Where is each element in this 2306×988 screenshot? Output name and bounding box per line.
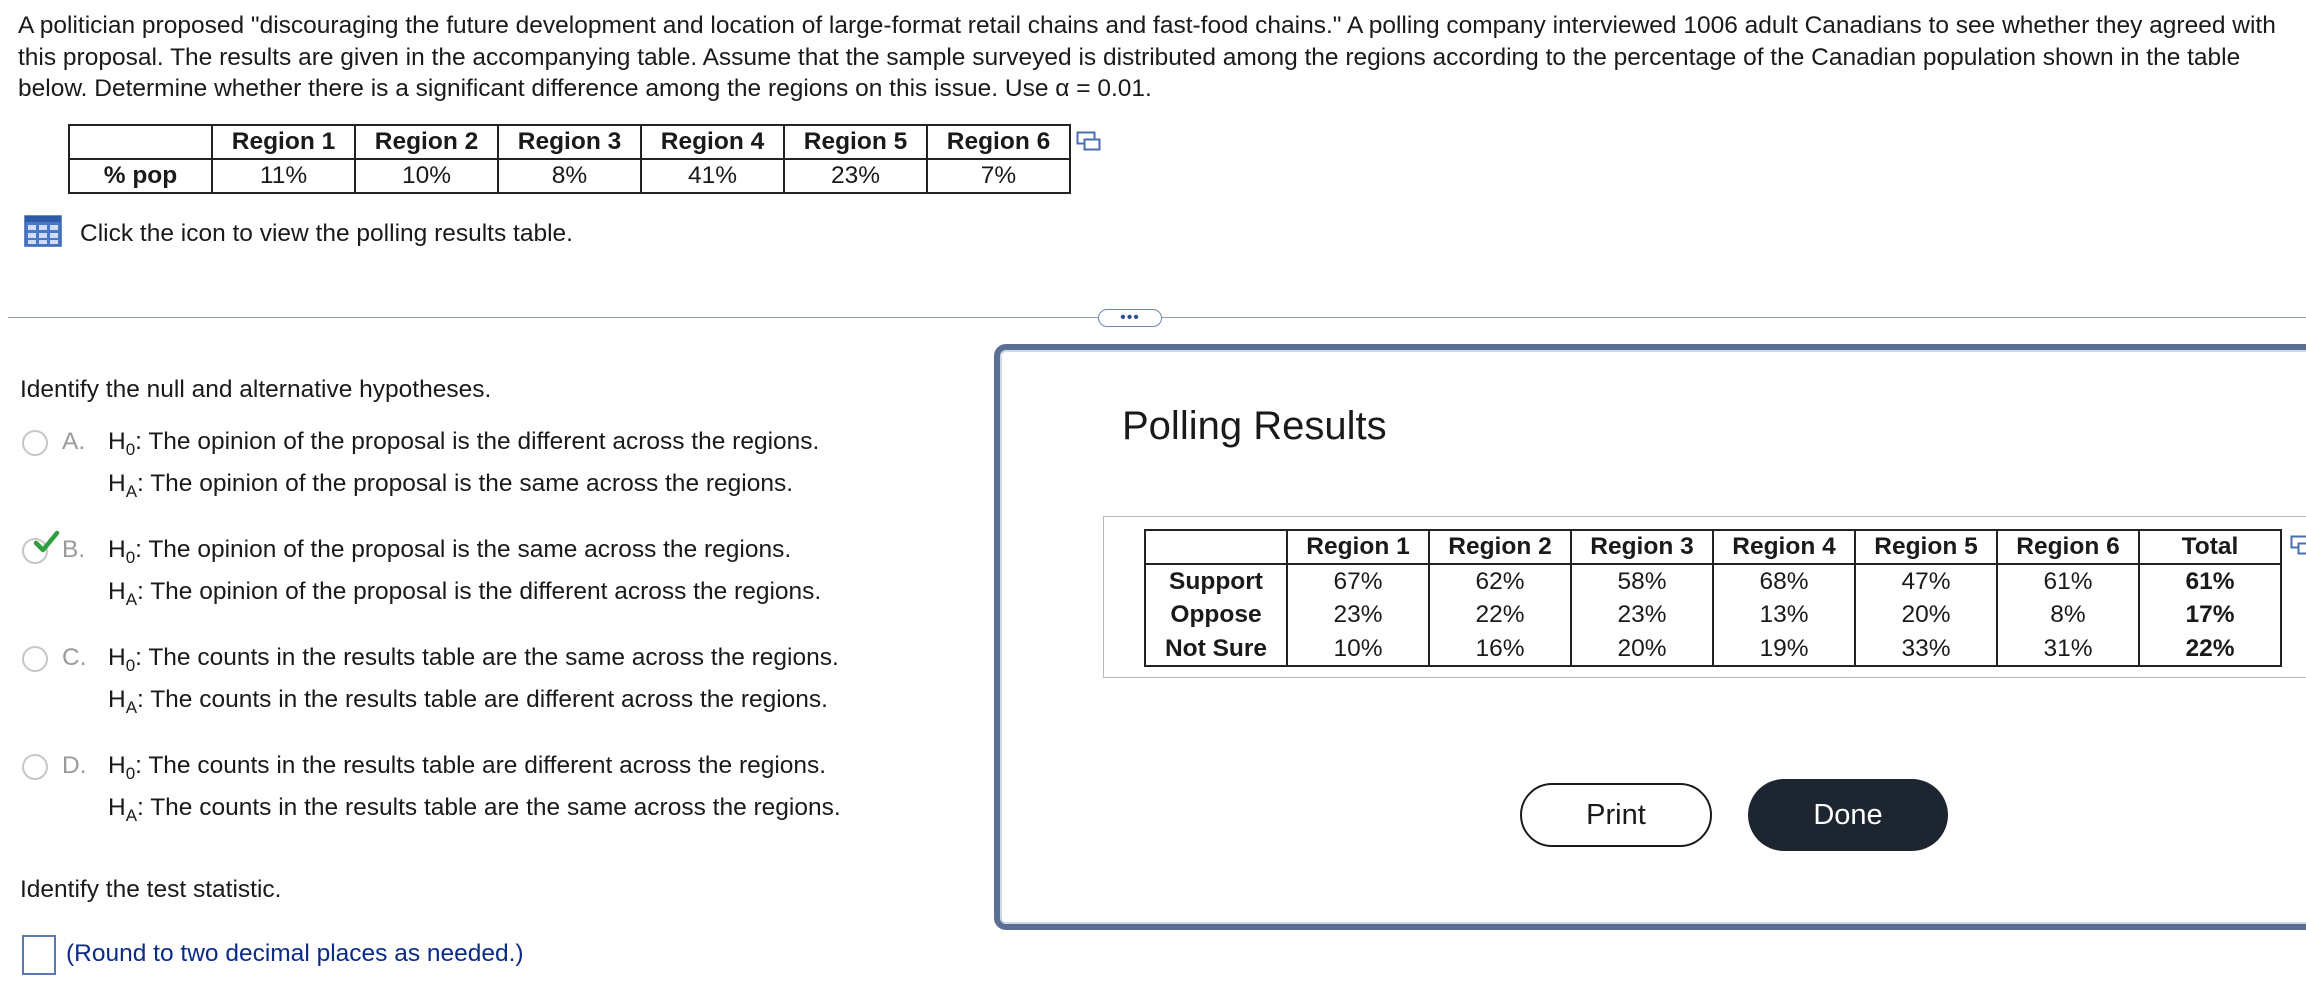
table-cell: 8% — [1996, 598, 2140, 632]
radio-button[interactable] — [22, 754, 48, 780]
total-cell: 61% — [2138, 563, 2282, 598]
table-cell: 23% — [1570, 598, 1714, 632]
done-button[interactable]: Done — [1748, 779, 1948, 851]
alternative-hypothesis: HA: The counts in the results table are … — [108, 686, 828, 717]
option-b[interactable]: B. H0: The opinion of the proposal is th… — [22, 530, 982, 614]
total-cell: 22% — [2138, 632, 2282, 667]
results-header: Region 6 — [1996, 529, 2140, 565]
alternative-hypothesis: HA: The counts in the results table are … — [108, 794, 841, 825]
dialog-title: Polling Results — [1122, 404, 1387, 448]
table-row: Not Sure 10% 16% 20% 19% 33% 31% 22% — [1144, 632, 2282, 667]
table-cell: 16% — [1428, 632, 1572, 667]
check-mark-icon — [32, 530, 60, 561]
table-icon[interactable] — [24, 214, 62, 254]
radio-button[interactable] — [22, 646, 48, 672]
row-label: Not Sure — [1144, 632, 1288, 667]
pop-header: Region 2 — [354, 124, 499, 160]
table-cell: 23% — [1286, 598, 1430, 632]
problem-statement: A politician proposed "discouraging the … — [18, 12, 2276, 102]
pop-value: 11% — [211, 158, 356, 194]
table-row: Support 67% 62% 58% 68% 47% 61% 61% — [1144, 563, 2282, 598]
copy-table-icon[interactable] — [1076, 131, 1102, 153]
table-cell: 19% — [1712, 632, 1856, 667]
null-hypothesis: H0: The opinion of the proposal is the s… — [108, 536, 792, 567]
option-letter: C. — [62, 644, 87, 671]
null-hypothesis: H0: The counts in the results table are … — [108, 752, 827, 783]
pop-header: Region 5 — [783, 124, 928, 160]
option-c[interactable]: C. H0: The counts in the results table a… — [22, 642, 982, 722]
pop-value: 8% — [497, 158, 642, 194]
pop-row-label: % pop — [68, 158, 213, 194]
test-statistic-prompt: Identify the test statistic. — [20, 876, 282, 903]
table-cell: 33% — [1854, 632, 1998, 667]
results-header: Region 1 — [1286, 529, 1430, 565]
alternative-hypothesis: HA: The opinion of the proposal is the s… — [108, 470, 794, 501]
option-letter: B. — [62, 536, 86, 563]
pop-value: 10% — [354, 158, 499, 194]
table-cell: 47% — [1854, 563, 1998, 598]
question-prompt: Identify the null and alternative hypoth… — [20, 376, 492, 403]
table-cell: 62% — [1428, 563, 1572, 598]
table-cell: 20% — [1854, 598, 1998, 632]
results-header-total: Total — [2138, 529, 2282, 565]
row-label: Oppose — [1144, 598, 1288, 632]
pop-header: Region 1 — [211, 124, 356, 160]
more-button[interactable]: ••• — [1098, 309, 1162, 327]
total-cell: 17% — [2138, 598, 2282, 632]
table-cell: 58% — [1570, 563, 1714, 598]
pop-value: 7% — [926, 158, 1071, 194]
option-a[interactable]: A. H0: The opinion of the proposal is th… — [22, 426, 982, 506]
table-cell: 67% — [1286, 563, 1430, 598]
pop-header: Region 3 — [497, 124, 642, 160]
table-link-text: Click the icon to view the polling resul… — [80, 220, 573, 247]
table-row: Oppose 23% 22% 23% 13% 20% 8% 17% — [1144, 598, 2282, 632]
results-header: Region 4 — [1712, 529, 1856, 565]
rounding-note: (Round to two decimal places as needed.) — [66, 940, 524, 967]
table-cell: 10% — [1286, 632, 1430, 667]
alternative-hypothesis: HA: The opinion of the proposal is the d… — [108, 578, 822, 609]
pop-value: 23% — [783, 158, 928, 194]
table-corner-cell — [1144, 529, 1288, 565]
table-cell: 20% — [1570, 632, 1714, 667]
results-header: Region 3 — [1570, 529, 1714, 565]
table-corner-cell — [68, 124, 213, 160]
pop-header: Region 4 — [640, 124, 785, 160]
results-header: Region 5 — [1854, 529, 1998, 565]
results-table-link[interactable]: Click the icon to view the polling resul… — [24, 214, 573, 250]
pop-header: Region 6 — [926, 124, 1071, 160]
test-statistic-input[interactable] — [22, 935, 56, 975]
option-letter: D. — [62, 752, 87, 779]
table-cell: 13% — [1712, 598, 1856, 632]
table-cell: 61% — [1996, 563, 2140, 598]
copy-results-icon[interactable] — [2290, 535, 2306, 557]
polling-results-table: Region 1 Region 2 Region 3 Region 4 Regi… — [1144, 529, 2282, 667]
print-button[interactable]: Print — [1520, 783, 1712, 847]
null-hypothesis: H0: The counts in the results table are … — [108, 644, 839, 675]
table-cell: 22% — [1428, 598, 1572, 632]
pop-value: 41% — [640, 158, 785, 194]
population-table: Region 1 Region 2 Region 3 Region 4 Regi… — [68, 124, 1071, 194]
results-header: Region 2 — [1428, 529, 1572, 565]
option-d[interactable]: D. H0: The counts in the results table a… — [22, 750, 982, 830]
null-hypothesis: H0: The opinion of the proposal is the d… — [108, 428, 820, 459]
table-cell: 31% — [1996, 632, 2140, 667]
radio-button[interactable] — [22, 430, 48, 456]
option-letter: A. — [62, 428, 86, 455]
table-cell: 68% — [1712, 563, 1856, 598]
row-label: Support — [1144, 563, 1288, 598]
